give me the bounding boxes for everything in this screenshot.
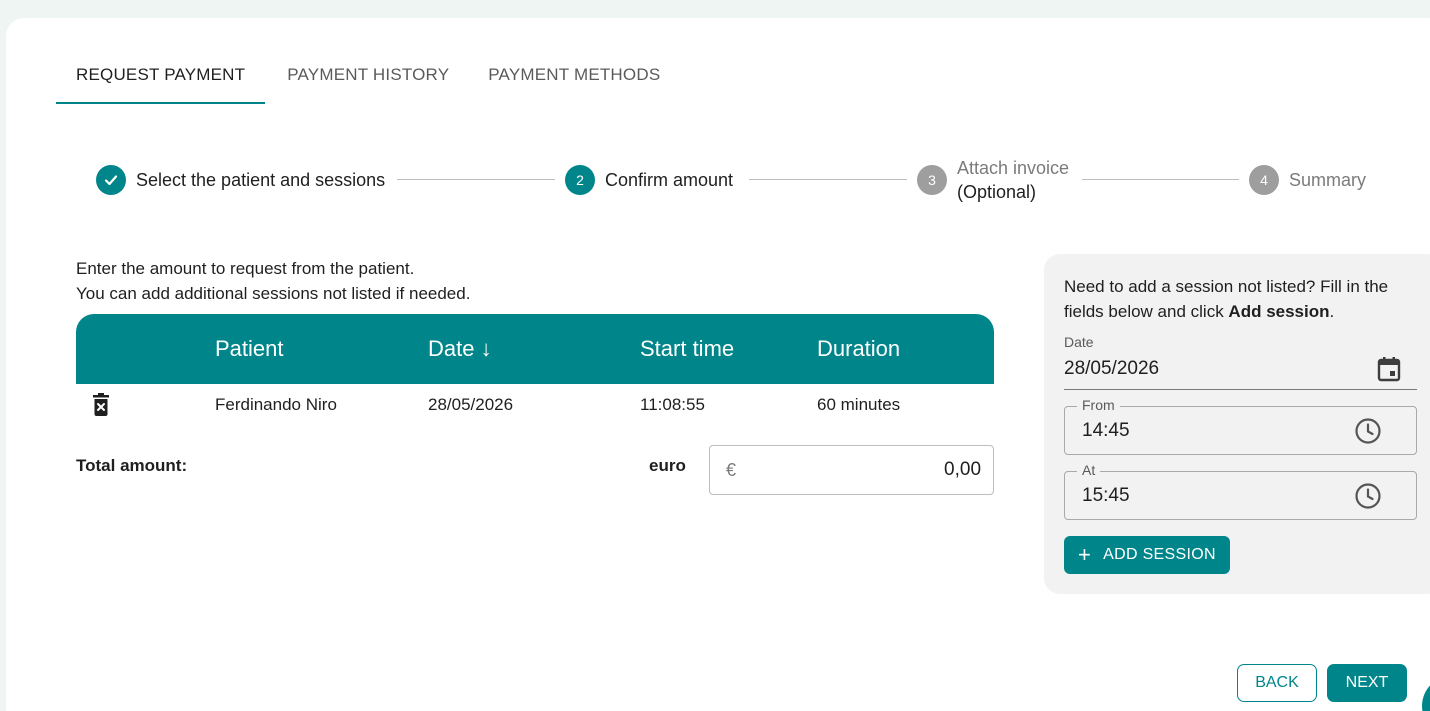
from-value[interactable]: 14:45: [1082, 420, 1130, 442]
at-field[interactable]: At 15:45: [1064, 462, 1417, 520]
header-date[interactable]: Date ↓: [428, 314, 492, 384]
add-session-button[interactable]: + ADD SESSION: [1064, 536, 1230, 574]
step-connector: [749, 179, 907, 180]
step-connector: [1082, 179, 1239, 180]
cell-duration: 60 minutes: [817, 395, 901, 414]
step-label: Summary: [1289, 170, 1367, 190]
clock-icon[interactable]: [1354, 417, 1382, 445]
header-start-time: Start time: [640, 336, 735, 361]
tab-payment-methods[interactable]: PAYMENT METHODS: [468, 48, 680, 104]
from-label: From: [1077, 397, 1120, 413]
delete-icon[interactable]: [90, 393, 112, 417]
check-icon: [96, 165, 126, 195]
step-label: Confirm amount: [605, 170, 734, 190]
step-label: Select the patient and sessions: [136, 170, 386, 190]
calendar-icon[interactable]: [1377, 356, 1401, 382]
tab-payment-history[interactable]: PAYMENT HISTORY: [265, 48, 468, 104]
step-number: 4: [1249, 165, 1279, 195]
stepper: Select the patient and sessions 2 Confir…: [96, 156, 1368, 204]
panel-text-bold: Add session: [1228, 302, 1330, 321]
step-number: 2: [565, 165, 595, 195]
currency-label: euro: [649, 456, 686, 475]
step-summary: 4 Summary: [1249, 156, 1366, 204]
at-value[interactable]: 15:45: [1082, 485, 1130, 507]
amount-field[interactable]: €: [709, 445, 994, 495]
cell-start-time: 11:08:55: [640, 395, 705, 414]
date-value[interactable]: 28/05/2026: [1064, 358, 1159, 380]
cell-patient: Ferdinando Niro: [215, 395, 337, 414]
clock-icon[interactable]: [1354, 482, 1382, 510]
step-select-patient: Select the patient and sessions: [96, 156, 385, 204]
at-label: At: [1077, 462, 1101, 478]
date-label: Date: [1064, 334, 1094, 350]
amount-input[interactable]: [736, 459, 982, 481]
panel-text-suffix: .: [1329, 302, 1335, 321]
table-header: Patient Date ↓ Start time Duration: [76, 314, 994, 384]
table-row: Ferdinando Niro 28/05/2026 11:08:55 60 m…: [76, 384, 994, 426]
panel-text-prefix: Need to add a session not listed? Fill i…: [1064, 277, 1389, 321]
step-label-main: Attach invoice: [957, 158, 1070, 178]
cell-date: 28/05/2026: [428, 395, 514, 414]
step-number: 3: [917, 165, 947, 195]
panel-instructions: Need to add a session not listed? Fill i…: [1064, 274, 1424, 324]
sessions-table: Patient Date ↓ Start time Duration Ferdi…: [76, 314, 994, 426]
intro-line-2: You can add additional sessions not list…: [76, 284, 471, 303]
step-confirm-amount: 2 Confirm amount: [565, 156, 733, 204]
tab-bar: REQUEST PAYMENT PAYMENT HISTORY PAYMENT …: [56, 48, 680, 104]
add-session-label: ADD SESSION: [1103, 546, 1216, 563]
step-label-sub: (Optional): [957, 182, 1037, 202]
header-patient: Patient: [215, 336, 284, 361]
header-duration: Duration: [817, 336, 901, 361]
plus-icon: +: [1078, 542, 1092, 567]
step-attach-invoice: 3 Attach invoice (Optional): [917, 156, 1069, 204]
intro-text: Enter the amount to request from the pat…: [76, 256, 470, 306]
total-amount-label: Total amount:: [76, 456, 188, 475]
intro-line-1: Enter the amount to request from the pat…: [76, 259, 415, 278]
step-label: Attach invoice (Optional): [957, 156, 1069, 204]
next-button[interactable]: NEXT: [1327, 664, 1407, 702]
tab-request-payment[interactable]: REQUEST PAYMENT: [56, 48, 266, 104]
add-session-panel: Need to add a session not listed? Fill i…: [1044, 254, 1430, 594]
step-connector: [397, 179, 555, 180]
euro-symbol: €: [726, 459, 737, 480]
date-field[interactable]: Date 28/05/2026: [1064, 334, 1417, 390]
back-button[interactable]: BACK: [1237, 664, 1317, 702]
from-field[interactable]: From 14:45: [1064, 397, 1417, 455]
